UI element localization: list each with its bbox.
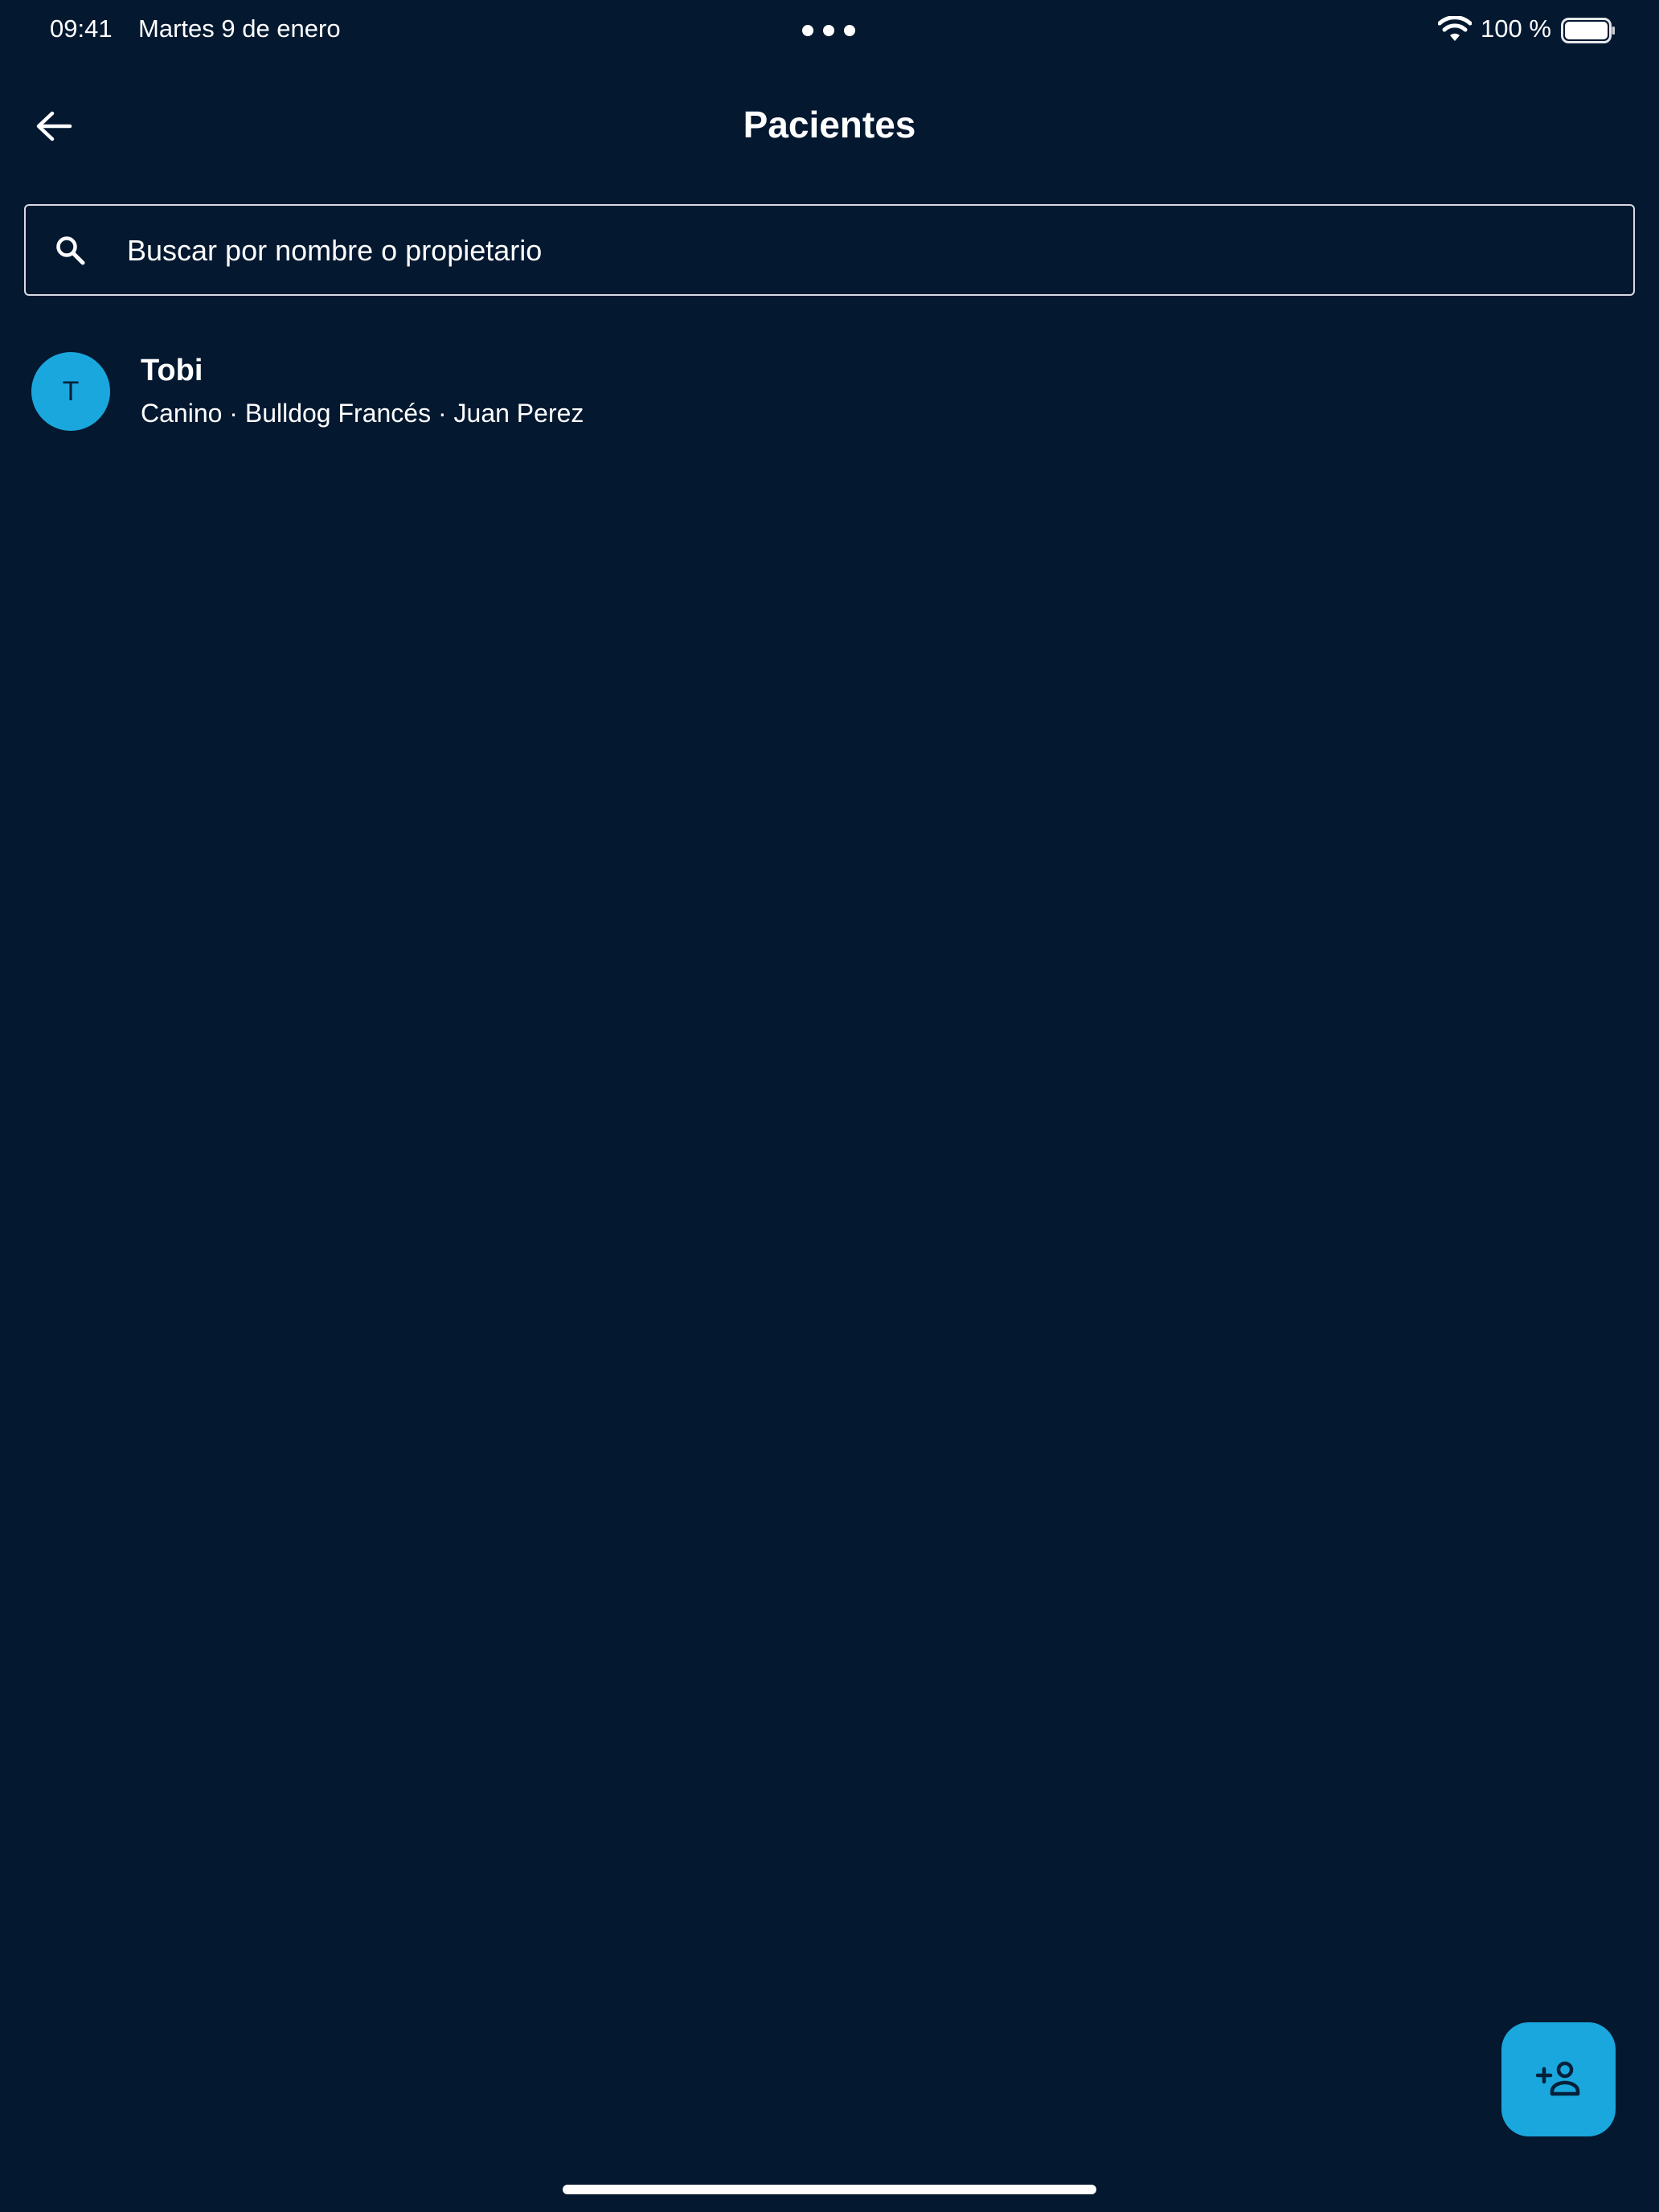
patient-name: Tobi [141,354,203,387]
search-input[interactable] [125,222,1608,280]
dot [802,25,813,36]
person-add-icon [1535,2061,1580,2096]
status-date: Martes 9 de enero [138,14,341,43]
patients-screen: 09:41 Martes 9 de enero 100 % Pacientes [0,0,1659,2212]
status-time: 09:41 [50,14,113,43]
dot [844,25,855,36]
battery-fill [1565,22,1608,39]
avatar: T [31,352,110,431]
battery-icon [1561,18,1615,43]
home-indicator [563,2185,1096,2194]
status-bar: 09:41 Martes 9 de enero 100 % [0,0,1659,61]
search-box[interactable] [24,204,1635,296]
multitask-dots-icon[interactable] [802,24,855,37]
search-icon [56,236,85,265]
dot [823,25,834,36]
patient-details: Canino · Bulldog Francés · Juan Perez [141,399,584,428]
wifi-icon [1438,16,1472,41]
add-patient-button[interactable] [1501,2022,1616,2136]
page-title: Pacientes [743,104,916,145]
patient-list-item[interactable]: T Tobi Canino · Bulldog Francés · Juan P… [0,336,1659,445]
battery-percent: 100 % [1481,14,1551,43]
